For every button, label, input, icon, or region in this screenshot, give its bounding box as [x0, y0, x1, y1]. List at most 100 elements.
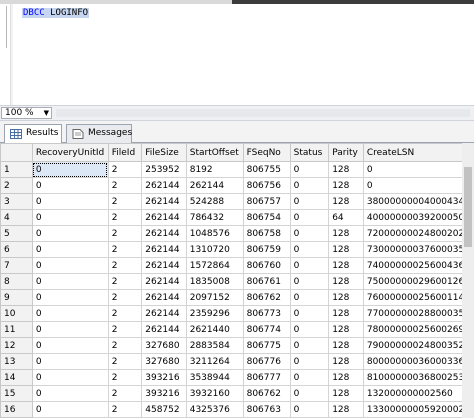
table-cell[interactable]: 128	[328, 273, 364, 290]
column-header[interactable]: Status	[289, 143, 330, 162]
table-cell[interactable]: 2	[107, 273, 143, 290]
table-cell[interactable]: 3932160	[185, 385, 244, 402]
table-cell[interactable]: 806760	[242, 257, 291, 274]
table-row[interactable]: 16 0 2 458752 4325376 806763 0 128 1330000000592…	[0, 401, 474, 418]
table-cell[interactable]: 73000000037600035	[362, 241, 474, 258]
table-row[interactable]: 14 0 2 393216 3538944 806777 0 128 8100000003680…	[0, 369, 474, 386]
table-cell[interactable]: 0	[31, 209, 109, 226]
table-cell[interactable]: 0	[31, 241, 109, 258]
row-number[interactable]: 3	[0, 193, 33, 210]
table-cell[interactable]: 262144	[141, 209, 187, 226]
sql-line[interactable]: DBCC LOGINFO	[22, 8, 90, 19]
row-number[interactable]: 13	[0, 353, 33, 370]
table-cell[interactable]: 806763	[242, 401, 291, 418]
selected-sql[interactable]: DBCC LOGINFO	[22, 8, 90, 18]
table-cell[interactable]: 2	[107, 321, 143, 338]
table-cell[interactable]: 78000000025600269	[362, 321, 474, 338]
table-cell[interactable]: 0	[289, 193, 330, 210]
table-cell[interactable]: 0	[289, 305, 330, 322]
row-number[interactable]: 10	[0, 305, 33, 322]
row-number[interactable]: 16	[0, 401, 33, 418]
table-row[interactable]: 9 0 2 262144 2097152 806762 0 128 76000000025600…	[0, 289, 474, 306]
table-cell[interactable]: 2	[107, 305, 143, 322]
table-row[interactable]: 13 0 2 327680 3211264 806776 0 128 8000000003600…	[0, 353, 474, 370]
table-cell[interactable]: 1310720	[185, 241, 244, 258]
table-cell[interactable]: 4325376	[185, 401, 244, 418]
table-cell[interactable]: 2	[107, 401, 143, 418]
table-cell[interactable]: 38000000004000434	[362, 193, 474, 210]
table-row[interactable]: 5 0 2 262144 1048576 806758 0 128 72000000024800…	[0, 225, 474, 242]
table-cell[interactable]: 262144	[141, 305, 187, 322]
table-row[interactable]: 6 0 2 262144 1310720 806759 0 128 73000000037600…	[0, 241, 474, 258]
table-cell[interactable]: 806773	[242, 305, 291, 322]
scrollbar-thumb[interactable]	[464, 167, 472, 247]
table-cell[interactable]: 0	[362, 177, 474, 194]
column-header[interactable]: Parity	[328, 143, 364, 162]
table-cell[interactable]: 253952	[141, 161, 187, 178]
table-cell[interactable]: 2	[107, 353, 143, 370]
table-cell[interactable]: 806758	[242, 225, 291, 242]
row-number[interactable]: 7	[0, 257, 33, 274]
query-editor[interactable]: DBCC LOGINFO	[0, 0, 474, 105]
table-row[interactable]: 11 0 2 262144 2621440 806774 0 128 7800000002560…	[0, 321, 474, 338]
table-cell[interactable]: 81000000036800253	[362, 369, 474, 386]
table-cell[interactable]: 262144	[141, 177, 187, 194]
table-cell[interactable]: 806759	[242, 241, 291, 258]
table-cell[interactable]: 80000000036000336	[362, 353, 474, 370]
table-cell[interactable]: 2883584	[185, 337, 244, 354]
table-cell[interactable]: 262144	[141, 273, 187, 290]
table-cell[interactable]: 0	[289, 209, 330, 226]
row-number[interactable]: 14	[0, 369, 33, 386]
table-row[interactable]: 3 0 2 262144 524288 806757 0 128 380000000040004…	[0, 193, 474, 210]
row-number[interactable]: 15	[0, 385, 33, 402]
table-cell[interactable]: 0	[289, 273, 330, 290]
table-cell[interactable]: 806755	[242, 161, 291, 178]
table-cell[interactable]: 2621440	[185, 321, 244, 338]
table-row[interactable]: 10 0 2 262144 2359296 806773 0 128 7700000002880…	[0, 305, 474, 322]
results-grid[interactable]: RecoveryUnitId FileId FileSize StartOffs…	[0, 143, 474, 418]
row-number[interactable]: 12	[0, 337, 33, 354]
table-cell[interactable]: 0	[289, 177, 330, 194]
zoom-dropdown[interactable]: 100 % ▼	[1, 107, 52, 119]
editor-horizontal-scrollbar[interactable]	[56, 109, 470, 117]
column-header[interactable]: CreateLSN	[362, 143, 474, 162]
table-cell[interactable]: 0	[31, 353, 109, 370]
table-cell[interactable]: 262144	[141, 241, 187, 258]
table-row[interactable]: 12 0 2 327680 2883584 806775 0 128 7900000002480…	[0, 337, 474, 354]
tab-messages[interactable]: Messages	[66, 124, 132, 143]
table-cell[interactable]: 75000000029600126	[362, 273, 474, 290]
table-cell[interactable]: 0	[31, 321, 109, 338]
tab-results[interactable]: Results	[4, 124, 62, 144]
table-cell[interactable]: 128	[328, 193, 364, 210]
table-cell[interactable]: 0	[31, 273, 109, 290]
row-number[interactable]: 5	[0, 225, 33, 242]
table-cell[interactable]: 128	[328, 353, 364, 370]
table-cell[interactable]: 2	[107, 385, 143, 402]
table-cell[interactable]: 806775	[242, 337, 291, 354]
row-number[interactable]: 11	[0, 321, 33, 338]
table-cell[interactable]: 0	[289, 257, 330, 274]
table-cell[interactable]: 40000000039200050	[362, 209, 474, 226]
table-cell[interactable]: 128	[328, 177, 364, 194]
row-number[interactable]: 9	[0, 289, 33, 306]
table-cell[interactable]: 262144	[141, 289, 187, 306]
table-cell[interactable]: 128	[328, 241, 364, 258]
table-cell[interactable]: 2	[107, 289, 143, 306]
table-cell[interactable]: 262144	[141, 257, 187, 274]
table-row[interactable]: 7 0 2 262144 1572864 806760 0 128 74000000025600…	[0, 257, 474, 274]
table-row[interactable]: 4 0 2 262144 786432 806754 0 64 4000000003920005…	[0, 209, 474, 226]
table-cell[interactable]: 0	[289, 225, 330, 242]
table-cell[interactable]: 806777	[242, 369, 291, 386]
table-cell[interactable]: 128	[328, 369, 364, 386]
table-cell[interactable]: 0	[31, 305, 109, 322]
table-cell[interactable]: 0	[289, 161, 330, 178]
table-cell[interactable]: 2	[107, 161, 143, 178]
table-cell[interactable]: 1835008	[185, 273, 244, 290]
table-cell[interactable]: 128	[328, 161, 364, 178]
table-cell[interactable]: 64	[328, 209, 364, 226]
table-cell[interactable]: 0	[31, 177, 109, 194]
table-cell[interactable]: 2359296	[185, 305, 244, 322]
table-cell[interactable]: 0	[289, 353, 330, 370]
table-cell[interactable]: 262144	[141, 321, 187, 338]
table-cell[interactable]: 2	[107, 225, 143, 242]
